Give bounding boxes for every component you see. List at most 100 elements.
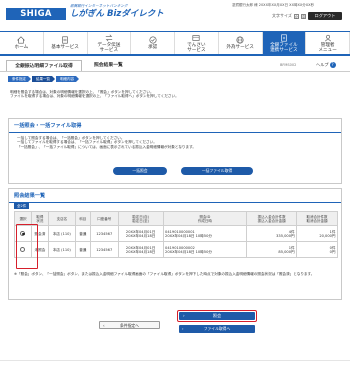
cancel-cell: 1件 20,000円 — [296, 225, 338, 242]
brand-big-text: しがぎん Bizダイレクト — [70, 8, 164, 19]
created-at: 20XX年04月18日 10時50分 — [165, 249, 212, 254]
intro-text: 明細を照会する場合は、対象の明細情報を選択の上、「照会」ボタンを押してください。… — [10, 90, 179, 99]
nav-label: 承認 — [148, 45, 158, 50]
service-brand: 滋賀銀行インターネットバンキング しがぎん Bizダイレクト — [70, 4, 164, 19]
breadcrumb-step: 条件指定 — [8, 76, 31, 82]
select-cell — [14, 241, 32, 258]
bank-logo[interactable]: SHIGA BANK — [6, 8, 66, 31]
bulk-panel: 一括照会・一括ファイル取得 一括して照会する場合は、「一括照会」ボタンを押してく… — [8, 118, 342, 184]
nav-label: でんさい サービス — [187, 42, 206, 53]
status-cell: 照会済 — [30, 225, 49, 242]
help-icon: ? — [329, 62, 336, 68]
date-from: 20XX年04月01日 — [125, 245, 156, 250]
select-radio[interactable] — [20, 247, 26, 252]
select-radio[interactable] — [20, 231, 26, 236]
date-from: 20XX年04月01日 — [125, 229, 156, 234]
date-to: 20XX年04月18日 — [125, 233, 156, 238]
total-amount: 85,000円 — [278, 249, 295, 254]
nav-foreign-exchange[interactable]: 外為サービス — [219, 32, 263, 54]
table-row[interactable]: 照会済 本店 (110) 普通 1234567 20XX年04月01日 20XX年… — [14, 225, 338, 242]
results-panel-title: 照会結果一覧 — [9, 189, 341, 203]
col-subject: 科目 — [74, 211, 91, 226]
page-title: 照会結果一覧 — [94, 63, 123, 68]
cancel-amount: 20,000円 — [319, 233, 336, 238]
chevron-right-icon: › — [182, 326, 184, 331]
inquiry-button-highlight: › 照会 — [177, 310, 257, 322]
inquiry-button[interactable]: › 照会 — [179, 312, 255, 320]
totals-cell: 1件 85,000円 — [246, 241, 298, 258]
inquiry-cell: 0419010000001 20XX年04月18日 10時50分 — [162, 225, 248, 242]
created-at: 20XX年04月18日 10時50分 — [165, 233, 212, 238]
font-size-medium-button[interactable]: 中 — [300, 13, 306, 19]
col-status: 取得 状況 — [30, 211, 49, 226]
col-totals: 振込入金合計件数 振込入金合計金額 — [246, 211, 298, 226]
col-branch: 支店名 — [47, 211, 76, 226]
breadcrumb: 条件指定 結果一覧 明細内容 — [8, 76, 79, 82]
footer-divider — [0, 360, 350, 361]
nav-label: データ伝送 サービス — [97, 42, 121, 53]
branch-cell: 本店 (110) — [47, 225, 76, 242]
nav-densai[interactable]: でんさい サービス — [175, 32, 219, 54]
action-bar: ‹ 条件指定へ › 照会 › ファイル取得へ — [0, 300, 350, 350]
breadcrumb-step-current: 結果一覧 — [32, 76, 55, 82]
globe-icon — [236, 36, 244, 44]
bulk-panel-title: 一括照会・一括ファイル取得 — [9, 119, 341, 133]
status-cell: 未照会 — [30, 241, 49, 258]
admin-icon — [324, 34, 331, 41]
cancel-amount: 0円 — [329, 249, 336, 254]
back-to-conditions-button[interactable]: ‹ 条件指定へ — [99, 321, 160, 329]
col-inquiry-id: 照会ID 作成日時 — [162, 211, 248, 226]
nav-basic-service[interactable]: 基本サービス — [44, 32, 88, 54]
file-link-icon — [281, 33, 287, 42]
cancel-cell: 0件 0円 — [296, 241, 338, 258]
nav-approval[interactable]: 承認 — [131, 32, 175, 54]
dates-cell: 20XX年04月01日 20XX年04月18日 — [117, 241, 164, 258]
totals-cell: 4件 335,000円 — [246, 225, 298, 242]
help-link[interactable]: ヘルプ ? — [316, 62, 336, 68]
col-dates: 勘定日(自) 勘定日(至) — [117, 211, 164, 226]
subject-cell: 普通 — [74, 241, 91, 258]
nav-home[interactable]: ホーム — [0, 32, 44, 54]
screen-id: BFMS002 — [280, 63, 297, 67]
result-count-badge: 全2件 — [14, 203, 30, 209]
document-icon — [62, 36, 68, 44]
nav-data-transfer[interactable]: データ伝送 サービス — [88, 32, 132, 54]
breadcrumb-step: 明細内容 — [56, 76, 79, 82]
chevron-left-icon: ‹ — [103, 323, 105, 328]
table-row[interactable]: 未照会 本店 (110) 普通 1234567 20XX年04月01日 20XX年… — [14, 241, 338, 258]
nav-label: 全銀ファイル 連携サービス — [270, 42, 298, 53]
subject-cell: 普通 — [74, 225, 91, 242]
inquiry-all-button[interactable]: 一括照会 — [113, 167, 167, 175]
nav-label: 外為サービス — [226, 45, 254, 50]
total-amount: 335,000円 — [276, 233, 295, 238]
tab-bar: 全銀振込明細ファイル取得 照会結果一覧 BFMS002 ヘルプ ? — [0, 59, 350, 72]
chevron-right-icon: › — [183, 313, 185, 318]
tab-zengin-detail-file[interactable]: 全銀振込明細ファイル取得 — [6, 60, 82, 71]
dates-cell: 20XX年04月01日 20XX年04月18日 — [117, 225, 164, 242]
nav-admin[interactable]: 管理者 メニュー — [306, 32, 350, 54]
densai-icon — [192, 34, 200, 41]
fetch-all-button[interactable]: 一括ファイル取得 — [181, 167, 253, 175]
transfer-icon — [105, 34, 113, 41]
account-cell: 1234567 — [89, 225, 119, 242]
logout-button[interactable]: ログアウト — [308, 12, 342, 20]
branch-cell: 本店 (110) — [47, 241, 76, 258]
table-header-row: 選択 取得 状況 支店名 科目 口座番号 勘定日(自) 勘定日(至) 照会ID … — [14, 211, 338, 226]
col-select: 選択 — [14, 211, 32, 226]
bulk-panel-text: 一括して照会する場合は、「一括照会」ボタンを押してください。 一括してファイルを… — [17, 136, 196, 149]
header: SHIGA BANK 滋賀銀行インターネットバンキング しがぎん Bizダイレク… — [0, 0, 350, 31]
col-cancel: 取消合計件数 取消合計金額 — [296, 211, 338, 226]
fetch-button-label: ファイル取得へ — [203, 326, 231, 331]
user-info: 滋賀銀行太郎 様 20XX年XX月XX日 XX時XX分XX秒 — [232, 3, 315, 7]
fetch-file-button[interactable]: › ファイル取得へ — [179, 325, 255, 333]
nav-label: ホーム — [14, 45, 29, 50]
results-panel: 照会結果一覧 全2件 選択 取得 状況 支店名 科目 口座番号 勘定日(自) 勘… — [8, 188, 342, 300]
help-label: ヘルプ — [316, 62, 329, 67]
nav-zengin-file[interactable]: 全銀ファイル 連携サービス — [262, 32, 307, 54]
select-cell — [14, 225, 32, 242]
results-table: 選択 取得 状況 支店名 科目 口座番号 勘定日(自) 勘定日(至) 照会ID … — [14, 211, 338, 258]
font-size-small-button[interactable]: 小 — [293, 13, 299, 19]
inquiry-button-label: 照会 — [212, 313, 222, 318]
nav-label: 基本サービス — [51, 45, 79, 50]
back-button-label: 条件指定へ — [120, 323, 139, 328]
